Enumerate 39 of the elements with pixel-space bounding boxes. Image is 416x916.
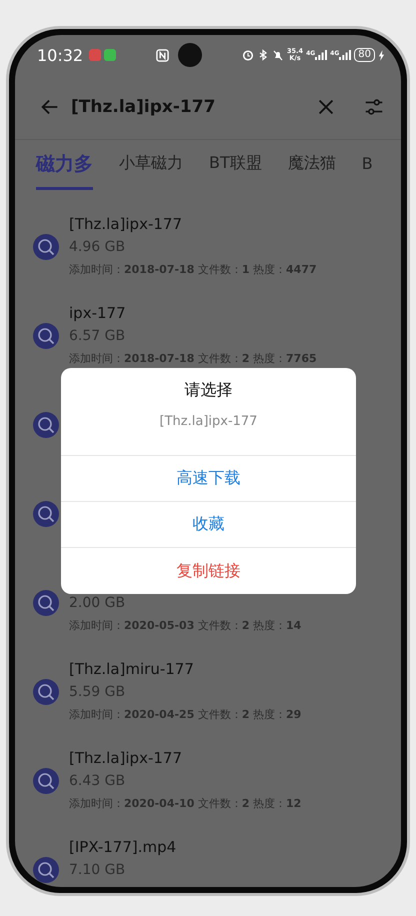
file-size: 6.57 GB [69, 328, 126, 344]
source-tab[interactable]: 磁力多 [36, 140, 93, 190]
file-size: 4.96 GB [69, 238, 126, 254]
dialog-option[interactable]: 复制链接 [61, 548, 356, 594]
result-title[interactable]: ipx-177 [69, 304, 126, 322]
nfc-icon [156, 48, 170, 62]
file-size: 5.59 GB [69, 684, 126, 700]
source-tab[interactable]: BT联盟 [209, 140, 262, 190]
result-details: 添加时间：2020-04-25 文件数：2 热度：29 [69, 707, 302, 722]
clock: 10:32 [37, 46, 84, 64]
file-size: 7.10 GB [69, 862, 126, 878]
signal-icon [315, 50, 328, 60]
result-details: 添加时间：2018-07-18 文件数：2 热度：7765 [69, 351, 317, 366]
charging-icon [378, 50, 386, 60]
source-tab[interactable]: 魔法猫 [288, 140, 336, 190]
result-details: 添加时间：2020-05-03 文件数：2 热度：14 [69, 618, 302, 633]
app-notification-icon [89, 49, 102, 61]
search-field[interactable]: [Thz.la]ipx-177 [71, 97, 235, 117]
dialog-subtitle: [Thz.la]ipx-177 [61, 412, 356, 456]
source-tab[interactable]: B [362, 140, 373, 190]
dialog-option[interactable]: 高速下载 [61, 456, 356, 502]
file-size: 6.43 GB [69, 772, 126, 788]
camera-hole [178, 43, 202, 67]
result-details: 添加时间：2020-04-10 文件数：2 热度：12 [69, 796, 302, 811]
battery-level: 80 [354, 48, 376, 62]
result-title[interactable]: [Thz.la]ipx-177 [69, 214, 182, 232]
result-title[interactable]: [Thz.la]miru-177 [69, 660, 194, 678]
source-tab[interactable]: 小草磁力 [119, 140, 183, 190]
file-size: 2.00 GB [69, 594, 126, 610]
bluetooth-icon [257, 49, 270, 61]
result-details: 添加时间：2018-07-18 文件数：1 热度：4477 [69, 262, 317, 277]
dialog-title: 请选择 [184, 379, 234, 401]
result-title[interactable]: [Thz.la]ipx-177 [69, 748, 182, 766]
signal-icon [339, 50, 352, 60]
result-title[interactable]: [IPX-177].mp4 [69, 838, 176, 856]
mute-bell-icon [272, 49, 284, 61]
dialog-option[interactable]: 收藏 [61, 502, 356, 548]
alarm-icon [242, 49, 254, 61]
chat-notification-icon [104, 49, 116, 61]
